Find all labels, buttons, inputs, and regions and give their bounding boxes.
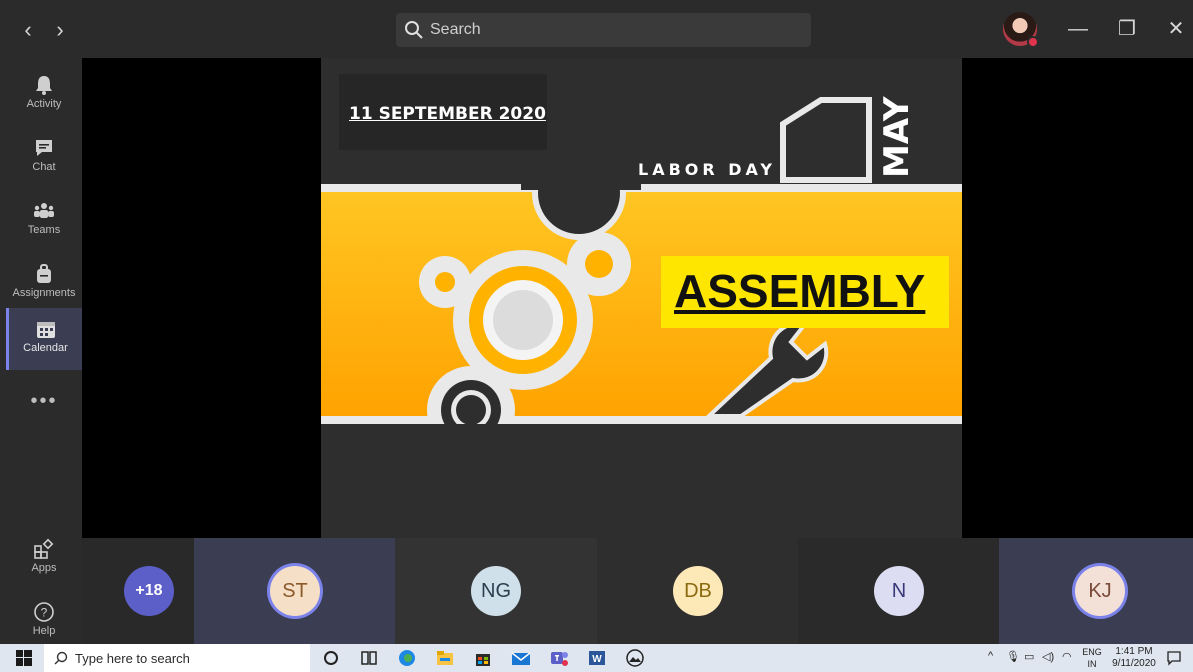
profile-avatar[interactable] [1003,12,1039,48]
photos-icon[interactable] [624,648,646,668]
search-icon [405,21,423,39]
participant-avatar: NG [471,566,521,616]
backpack-icon [37,264,51,283]
microphone-icon[interactable]: 🎙 [1006,650,1020,663]
word-icon[interactable]: W [586,648,608,668]
mail-icon[interactable] [510,648,532,668]
calendar-icon [36,322,55,338]
participant-initials: N [891,580,907,602]
rail-item-teams[interactable]: Teams [6,190,82,252]
bell-icon [36,76,52,95]
apps-icon [34,538,54,559]
wifi-icon[interactable]: ◠ [1062,650,1072,663]
slide-event: LABOR DAY [638,160,776,179]
participant-avatar: KJ [1075,566,1125,616]
rail-label: Apps [31,562,57,574]
back-button[interactable]: ‹ [16,16,40,44]
participant-initials: NG [481,580,511,602]
rail-label: Assignments [12,287,76,299]
search-icon [54,651,68,665]
clock-time: 1:41 PM [1115,646,1153,657]
svg-text:W: W [592,654,602,665]
windows-taskbar: Type here to search W ^ 🎙 ▭ ◁) ◠ ENG IN … [0,644,1193,672]
participant-tile[interactable]: ST [194,538,395,644]
svg-text:?: ? [41,606,48,620]
teams-icon [34,203,54,218]
participant-avatar: ST [270,566,320,616]
slide-date: 11 SEPTEMBER 2020 [349,104,546,124]
taskbar-search-placeholder: Type here to search [75,651,190,666]
rail-label: Calendar [23,342,68,354]
presentation-slide: 11 SEPTEMBER 2020 LABOR DAY MAY ASSEMBLY [321,58,962,538]
participant-avatar: DB [673,566,723,616]
participant-tile[interactable]: N [798,538,999,644]
clock-date: 9/11/2020 [1112,658,1156,669]
participant-avatar: N [874,566,924,616]
rail-item-apps[interactable]: Apps [6,528,82,590]
more-apps-button[interactable]: ••• [6,390,82,414]
rail-label: Teams [27,224,61,236]
minimize-button[interactable]: — [1064,14,1092,44]
rail-item-chat[interactable]: Chat [6,127,82,189]
participant-initials: DB [684,580,712,602]
more-participants-button[interactable]: +18 [124,566,174,616]
windows-start-icon[interactable] [16,650,32,666]
shared-screen: 11 SEPTEMBER 2020 LABOR DAY MAY ASSEMBLY [82,58,1193,538]
chat-icon [36,140,52,156]
rail-item-assignments[interactable]: Assignments [6,253,82,315]
participant-initials: KJ [1088,580,1112,602]
language-indicator[interactable]: ENG IN [1080,646,1104,670]
file-explorer-icon[interactable] [434,648,456,668]
volume-icon[interactable]: ◁) [1042,650,1054,663]
participant-initials: ST [282,580,308,602]
rail-item-calendar[interactable]: Calendar [6,308,82,370]
rail-label: Help [32,625,56,637]
battery-icon[interactable]: ▭ [1024,650,1034,663]
system-clock[interactable]: 1:41 PM 9/11/2020 [1110,646,1158,670]
close-button[interactable]: ✕ [1162,14,1190,44]
teams-app-icon[interactable] [548,648,570,668]
taskbar-search[interactable]: Type here to search [44,644,310,672]
participant-tile[interactable]: KJ [999,538,1193,644]
cortana-icon[interactable] [320,648,342,668]
forward-button[interactable]: › [48,16,72,44]
title-bar: ‹ › — ❐ ✕ [0,0,1193,58]
rail-label: Chat [32,161,56,173]
rail-label: Activity [26,98,62,110]
participant-tile[interactable]: DB [597,538,798,644]
teams-window: ‹ › — ❐ ✕ Activity [0,0,1193,644]
task-view-icon[interactable] [358,648,380,668]
search-box[interactable] [396,13,811,47]
slide-title: ASSEMBLY [674,265,926,317]
gear-icon [419,256,471,308]
status-dot [1027,36,1039,48]
slide-month: MAY [877,96,917,178]
language-code: ENG [1082,647,1102,657]
maximize-button[interactable]: ❐ [1113,14,1141,44]
gear-icon [567,232,631,296]
help-icon: ? [34,602,54,622]
search-input[interactable] [430,13,800,47]
notifications-icon[interactable] [1166,650,1182,666]
participant-strip: +18 ST NG DB N KJ [82,538,1193,644]
tray-chevron-icon[interactable]: ^ [988,650,993,662]
participant-tile[interactable]: NG [395,538,597,644]
region-code: IN [1087,659,1097,669]
app-rail: Activity Chat Teams Assignments Calendar… [0,58,82,644]
store-icon[interactable] [472,648,494,668]
rail-item-activity[interactable]: Activity [6,64,82,126]
edge-icon[interactable] [396,648,418,668]
